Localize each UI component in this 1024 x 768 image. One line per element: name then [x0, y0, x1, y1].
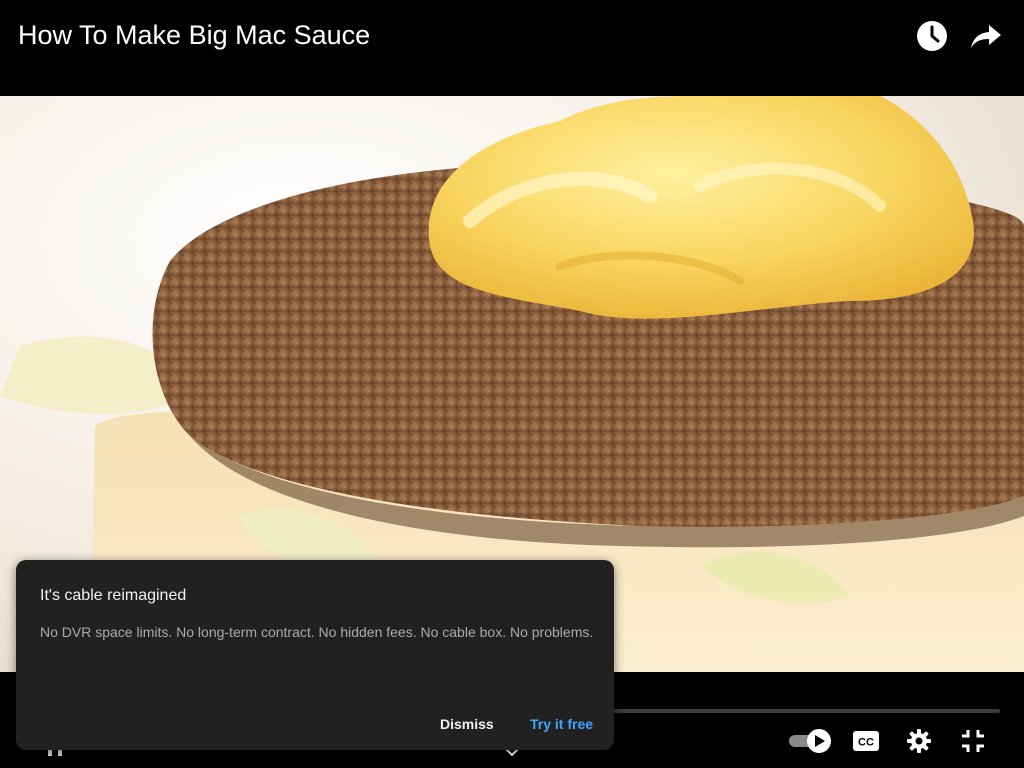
- svg-text:CC: CC: [858, 737, 874, 749]
- watch-later-button[interactable]: [912, 16, 952, 56]
- progress-bar[interactable]: [560, 709, 1000, 713]
- settings-button[interactable]: [900, 722, 938, 760]
- try-it-free-button[interactable]: Try it free: [530, 716, 593, 732]
- promo-body: No DVR space limits. No long-term contra…: [40, 624, 594, 640]
- captions-button[interactable]: CC: [848, 722, 884, 760]
- gear-icon: [907, 729, 931, 753]
- autoplay-toggle-icon: [789, 729, 831, 753]
- share-arrow-icon: [971, 25, 1001, 48]
- share-button[interactable]: [966, 16, 1006, 56]
- video-title: How To Make Big Mac Sauce: [18, 20, 371, 50]
- dismiss-button[interactable]: Dismiss: [440, 716, 494, 732]
- promo-card: It's cable reimagined No DVR space limit…: [16, 560, 614, 750]
- autoplay-toggle[interactable]: [786, 722, 834, 760]
- promo-title: It's cable reimagined: [40, 587, 187, 604]
- exit-fullscreen-icon: [962, 730, 984, 752]
- exit-fullscreen-button[interactable]: [954, 722, 992, 760]
- clock-icon: [917, 21, 947, 51]
- cc-icon: CC: [853, 731, 879, 751]
